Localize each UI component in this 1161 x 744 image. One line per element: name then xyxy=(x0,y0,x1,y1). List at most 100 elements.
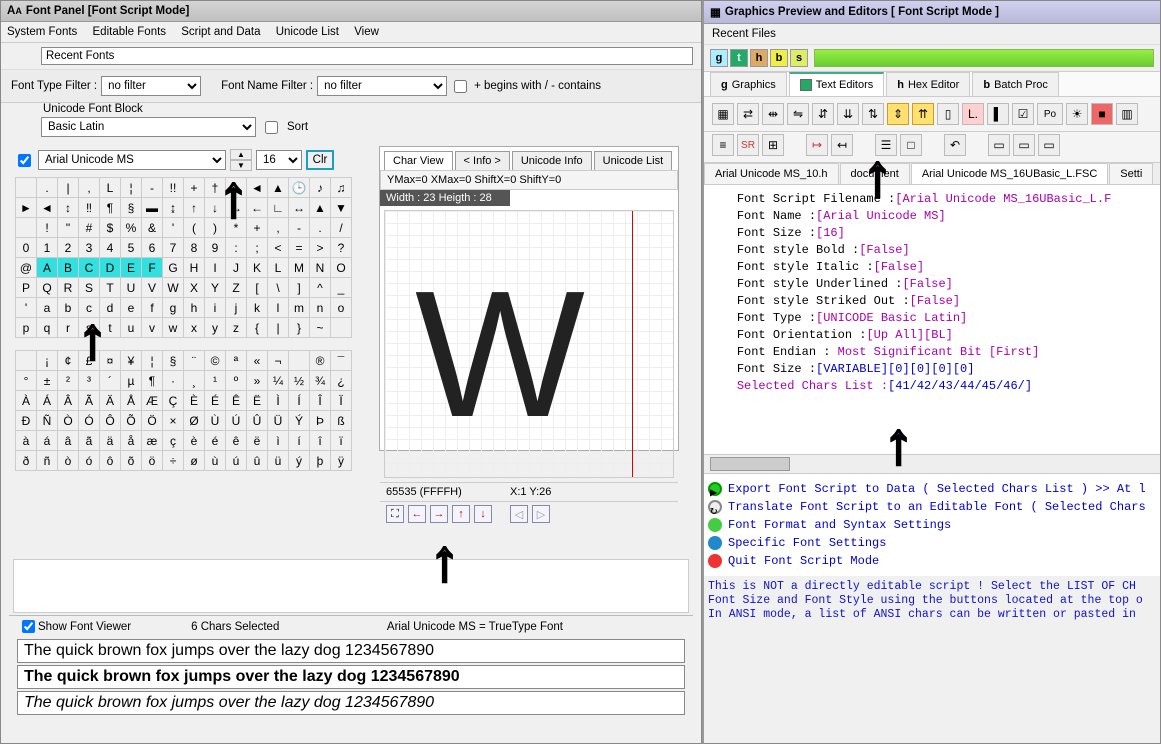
char-cell[interactable]: Ù xyxy=(205,411,226,431)
prev-red-button[interactable]: ← xyxy=(408,505,426,523)
begins-checkbox[interactable] xyxy=(454,80,467,93)
char-cell[interactable]: D xyxy=(100,258,121,278)
char-cell[interactable]: W xyxy=(163,278,184,298)
char-cell[interactable]: Ë xyxy=(247,391,268,411)
prev-button[interactable]: ◁ xyxy=(510,505,528,523)
char-cell[interactable]: > xyxy=(310,238,331,258)
char-cell[interactable]: ↑ xyxy=(184,198,205,218)
tool-red-box[interactable]: ■ xyxy=(1091,103,1113,125)
char-cell[interactable]: ¨ xyxy=(184,351,205,371)
char-cell[interactable]: é xyxy=(205,431,226,451)
char-cell[interactable]: r xyxy=(58,318,79,338)
mini-tab-h[interactable]: h xyxy=(750,49,768,67)
tool-export[interactable]: ↤ xyxy=(831,134,853,156)
tool-layer2[interactable]: ▭ xyxy=(1013,134,1035,156)
link-export[interactable]: Export Font Script to Data ( Selected Ch… xyxy=(728,480,1146,498)
char-cell[interactable]: ▬ xyxy=(142,198,163,218)
char-cell[interactable]: S xyxy=(79,278,100,298)
char-cell[interactable]: F xyxy=(142,258,163,278)
char-cell[interactable]: H xyxy=(184,258,205,278)
char-cell[interactable]: ¹ xyxy=(205,371,226,391)
char-cell[interactable]: Ð xyxy=(16,411,37,431)
char-cell[interactable]: È xyxy=(184,391,205,411)
char-cell[interactable] xyxy=(226,178,247,198)
char-cell[interactable]: 0 xyxy=(16,238,37,258)
char-cell[interactable]: 9 xyxy=(205,238,226,258)
char-cell[interactable]: ← xyxy=(247,198,268,218)
char-cell[interactable]: ¢ xyxy=(58,351,79,371)
char-cell[interactable]: C xyxy=(79,258,100,278)
code-area[interactable]: Font Script Filename :[Arial Unicode MS_… xyxy=(704,185,1160,455)
char-cell[interactable]: ä xyxy=(100,431,121,451)
char-cell[interactable]: \ xyxy=(268,278,289,298)
char-cell[interactable]: _ xyxy=(331,278,352,298)
char-cell[interactable]: z xyxy=(226,318,247,338)
tab-graphics[interactable]: gGraphics xyxy=(710,72,787,96)
char-cell[interactable]: « xyxy=(247,351,268,371)
char-cell[interactable]: õ xyxy=(121,451,142,471)
char-cell[interactable]: ↔ xyxy=(289,198,310,218)
char-cell[interactable]: 5 xyxy=(121,238,142,258)
char-cell[interactable]: a xyxy=(37,298,58,318)
tool-po[interactable]: Po xyxy=(1037,103,1063,125)
char-cell[interactable]: ‼ xyxy=(79,198,100,218)
char-cell[interactable]: / xyxy=(331,218,352,238)
font-menubar[interactable]: System Fonts Editable Fonts Script and D… xyxy=(1,22,701,43)
tool-down-arrows[interactable]: ⇊ xyxy=(837,103,859,125)
char-cell[interactable]: Ü xyxy=(268,411,289,431)
viewer-checkbox[interactable] xyxy=(22,620,35,633)
char-cell[interactable]: µ xyxy=(121,371,142,391)
char-cell[interactable]: ¡ xyxy=(37,351,58,371)
char-cell[interactable]: ¾ xyxy=(310,371,331,391)
tool-sr[interactable]: SR xyxy=(737,134,759,156)
char-cell[interactable]: w xyxy=(163,318,184,338)
doc-tab-2[interactable]: Arial Unicode MS_16UBasic_L.FSC xyxy=(911,163,1108,184)
char-cell[interactable]: j xyxy=(226,298,247,318)
char-cell[interactable]: ® xyxy=(310,351,331,371)
char-cell[interactable]: · xyxy=(163,371,184,391)
char-cell[interactable]: q xyxy=(37,318,58,338)
char-cell[interactable]: & xyxy=(142,218,163,238)
char-cell[interactable]: ¼ xyxy=(268,371,289,391)
char-cell[interactable]: $ xyxy=(100,218,121,238)
char-cell[interactable]: Ú xyxy=(226,411,247,431)
char-cell[interactable]: v xyxy=(142,318,163,338)
char-cell[interactable]: ' xyxy=(16,298,37,318)
menu-unicode-list[interactable]: Unicode List xyxy=(276,26,339,38)
char-cell[interactable]: ï xyxy=(331,431,352,451)
char-cell[interactable]: ¦ xyxy=(142,351,163,371)
char-cell[interactable]: á xyxy=(37,431,58,451)
tab-batch-proc[interactable]: bBatch Proc xyxy=(972,72,1059,96)
menu-system-fonts[interactable]: System Fonts xyxy=(7,26,77,38)
char-cell[interactable]: !! xyxy=(163,178,184,198)
char-cell[interactable]: Å xyxy=(121,391,142,411)
char-cell[interactable]: ↨ xyxy=(163,198,184,218)
char-cell[interactable]: o xyxy=(331,298,352,318)
char-cell[interactable]: ▲ xyxy=(268,178,289,198)
char-cell[interactable]: Û xyxy=(247,411,268,431)
tool-expand-h[interactable]: ⇹ xyxy=(762,103,784,125)
char-cell[interactable]: ª xyxy=(226,351,247,371)
link-specific[interactable]: Specific Font Settings xyxy=(728,534,886,552)
char-cell[interactable]: ê xyxy=(226,431,247,451)
char-cell[interactable]: ¯ xyxy=(331,351,352,371)
mini-tab-b[interactable]: b xyxy=(770,49,788,67)
char-cell[interactable]: e xyxy=(121,298,142,318)
char-cell[interactable]: # xyxy=(79,218,100,238)
char-cell[interactable]: u xyxy=(121,318,142,338)
char-cell[interactable]: þ xyxy=(310,451,331,471)
char-cell[interactable]: ¿ xyxy=(331,371,352,391)
tool-swap-h[interactable]: ⇄ xyxy=(737,103,759,125)
char-cell[interactable]: ð xyxy=(16,451,37,471)
next-red-button[interactable]: → xyxy=(430,505,448,523)
tool-undo[interactable]: ↶ xyxy=(944,134,966,156)
doc-tab-3[interactable]: Setti xyxy=(1109,163,1153,184)
char-cell[interactable]: ▼ xyxy=(331,198,352,218)
char-cell[interactable] xyxy=(16,178,37,198)
char-cell[interactable]: 3 xyxy=(79,238,100,258)
char-cell[interactable]: V xyxy=(142,278,163,298)
char-cell[interactable]: G xyxy=(163,258,184,278)
mini-tab-s[interactable]: s xyxy=(790,49,808,67)
char-cell[interactable]: I xyxy=(205,258,226,278)
char-cell[interactable]: < xyxy=(268,238,289,258)
